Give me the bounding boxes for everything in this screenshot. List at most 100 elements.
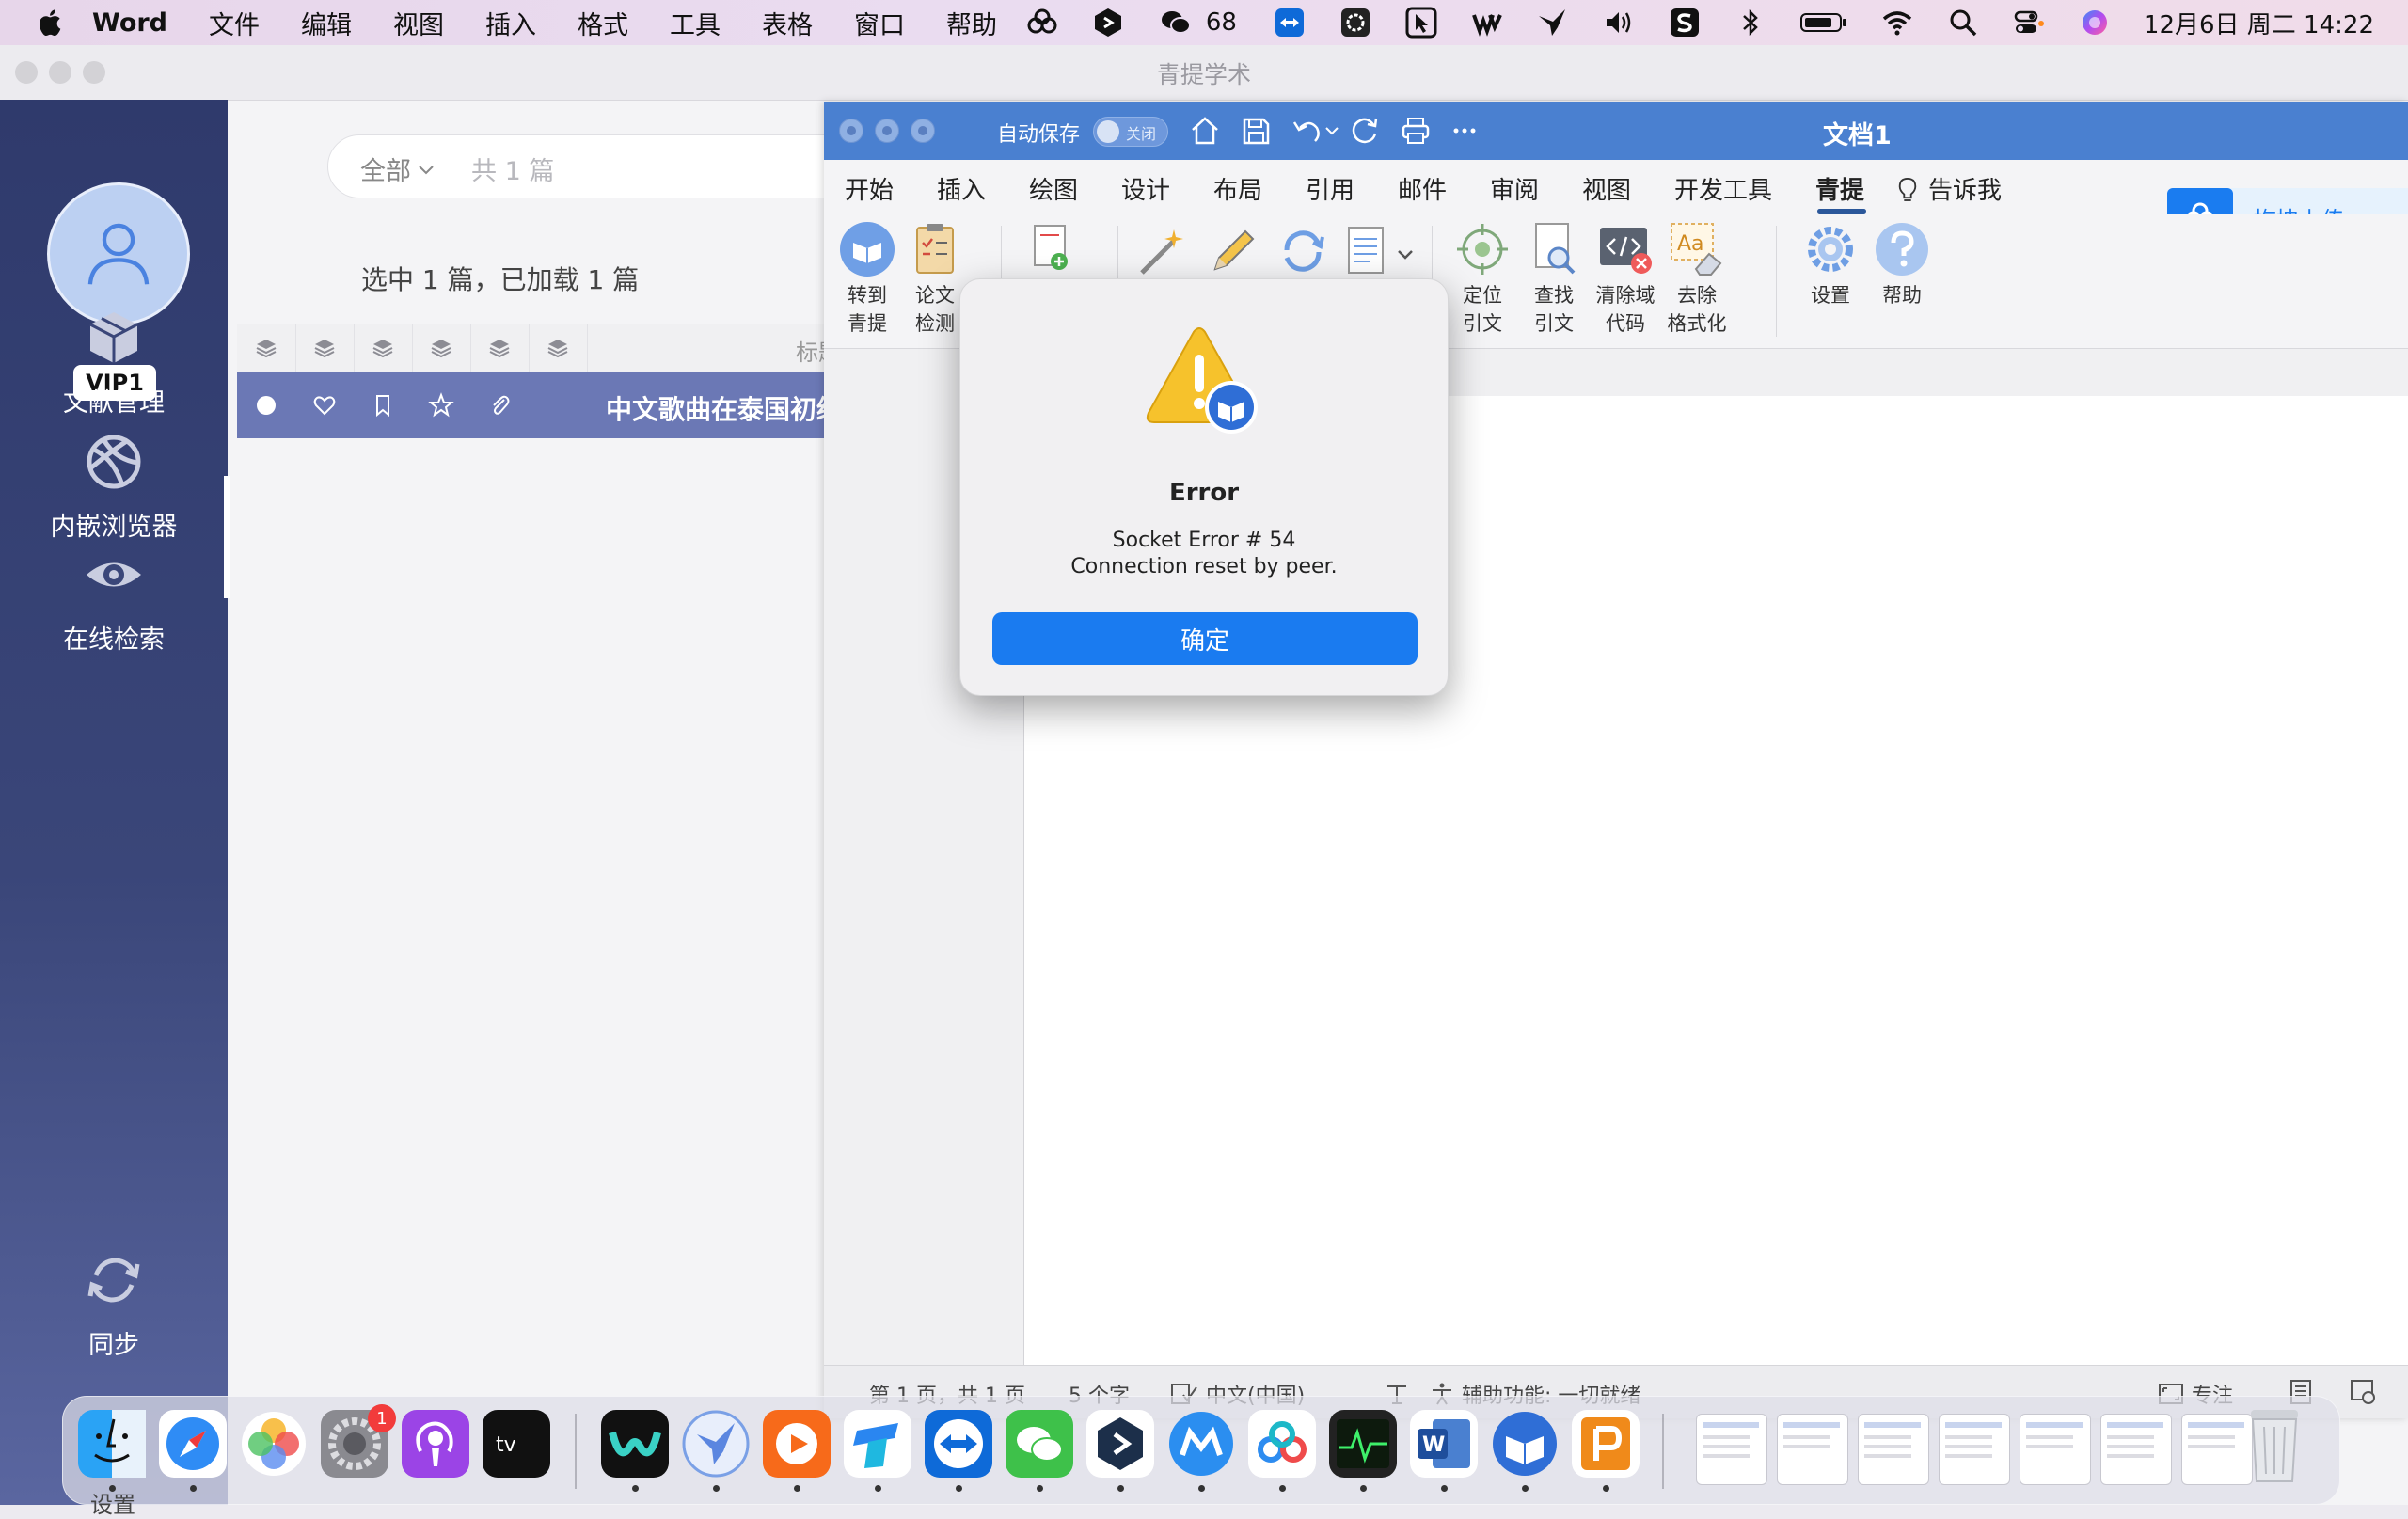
menu-insert[interactable]: 插入	[485, 5, 536, 41]
tab-home[interactable]: 开始	[845, 171, 894, 206]
print-icon[interactable]	[1400, 115, 1432, 147]
menu-window[interactable]: 窗口	[854, 5, 905, 41]
apple-tv-icon[interactable]: tv	[483, 1410, 550, 1478]
document-list-icon[interactable]	[1343, 222, 1392, 280]
locate-citation-button[interactable]: 定位 引文	[1449, 220, 1516, 335]
gear-chip-status-icon[interactable]	[1339, 6, 1372, 40]
tell-me-box[interactable]: 告诉我	[1896, 171, 2002, 206]
cube-status-icon[interactable]	[1091, 6, 1125, 40]
baidu-netdisk-icon[interactable]	[1248, 1410, 1316, 1478]
layers-column-icon[interactable]	[237, 324, 296, 372]
zoom-window-button[interactable]	[911, 119, 935, 143]
tab-developer[interactable]: 开发工具	[1674, 171, 1772, 206]
layers-column-icon[interactable]	[354, 324, 413, 372]
control-center-icon[interactable]	[2012, 6, 2046, 40]
web-layout-view-button[interactable]	[2350, 1379, 2376, 1405]
video-player-icon[interactable]	[763, 1410, 831, 1478]
layers-column-icon[interactable]	[295, 324, 355, 372]
tab-layout[interactable]: 布局	[1213, 171, 1262, 206]
user-avatar[interactable]	[47, 182, 190, 325]
undo-dropdown-chevron-icon[interactable]	[1323, 115, 1341, 147]
layers-column-icon[interactable]	[470, 324, 530, 372]
minimized-window-thumbnail[interactable]	[1777, 1414, 1848, 1485]
transfer-app-icon[interactable]	[844, 1410, 911, 1478]
menu-tools[interactable]: 工具	[670, 5, 721, 41]
tab-view[interactable]: 视图	[1582, 171, 1631, 206]
bookmark-icon[interactable]	[354, 372, 412, 438]
teamviewer-icon[interactable]	[925, 1410, 992, 1478]
help-button[interactable]: 帮助	[1868, 220, 1936, 307]
minimized-window-thumbnail[interactable]	[2020, 1414, 2091, 1485]
pencil-icon[interactable]	[1204, 222, 1262, 280]
insert-citation-icon[interactable]	[1022, 220, 1080, 278]
minimized-window-thumbnail[interactable]	[2181, 1414, 2253, 1485]
menu-file[interactable]: 文件	[209, 5, 260, 41]
minimize-window-button[interactable]	[875, 119, 899, 143]
w-logo-status-icon[interactable]	[1470, 6, 1504, 40]
webex-icon[interactable]	[601, 1410, 669, 1478]
nav-item-browser[interactable]: 内嵌浏览器	[0, 431, 228, 543]
row-select-radio[interactable]	[237, 372, 295, 438]
tab-qingti[interactable]: 青提	[1815, 171, 1864, 206]
s-app-status-icon[interactable]	[1668, 6, 1702, 40]
wechat-status-icon[interactable]	[1157, 6, 1195, 40]
podcasts-icon[interactable]	[402, 1410, 469, 1478]
remove-formatting-button[interactable]: Aa 去除 格式化	[1663, 220, 1731, 335]
menu-edit[interactable]: 编辑	[301, 5, 352, 41]
filter-select[interactable]: 全部	[360, 150, 436, 187]
tab-design[interactable]: 设计	[1121, 171, 1170, 206]
qingti-app-icon[interactable]	[1491, 1410, 1559, 1478]
layers-column-icon[interactable]	[412, 324, 471, 372]
wechat-icon[interactable]	[1006, 1410, 1073, 1478]
bluetooth-icon[interactable]	[1734, 6, 1767, 40]
layers-column-icon[interactable]	[529, 324, 588, 372]
app-name-menu[interactable]: Word	[92, 8, 167, 38]
autosave-toggle[interactable]: 关闭	[1093, 117, 1168, 147]
messenger-m-icon[interactable]	[1167, 1410, 1235, 1478]
p-app-icon[interactable]	[1572, 1410, 1640, 1478]
cloud-sync-status-icon[interactable]	[1025, 6, 1059, 40]
siri-icon[interactable]	[2078, 6, 2112, 40]
minimized-window-thumbnail[interactable]	[1858, 1414, 1929, 1485]
menu-table[interactable]: 表格	[762, 5, 813, 41]
tab-draw[interactable]: 绘图	[1029, 171, 1078, 206]
ok-button[interactable]: 确定	[992, 612, 1418, 665]
volume-icon[interactable]	[1602, 6, 1636, 40]
cursor-status-icon[interactable]	[1404, 6, 1438, 40]
minimized-window-thumbnail[interactable]	[1939, 1414, 2010, 1485]
star-icon[interactable]	[412, 372, 470, 438]
spotlight-search-icon[interactable]	[1946, 6, 1980, 40]
minimized-window-thumbnail[interactable]	[2100, 1414, 2172, 1485]
refresh-icon[interactable]	[1274, 222, 1332, 280]
system-settings-icon[interactable]: 1	[321, 1404, 396, 1478]
nav-item-online-search[interactable]: 在线检索	[0, 544, 228, 656]
tab-insert[interactable]: 插入	[937, 171, 986, 206]
redo-icon[interactable]	[1349, 115, 1381, 147]
undo-icon[interactable]	[1291, 115, 1323, 147]
menu-format[interactable]: 格式	[578, 5, 628, 41]
wifi-icon[interactable]	[1880, 6, 1914, 40]
table-row[interactable]: 中文歌曲在泰国初级	[237, 372, 895, 438]
tab-review[interactable]: 审阅	[1490, 171, 1539, 206]
apple-menu-icon[interactable]	[36, 7, 64, 39]
minimized-window-thumbnail[interactable]	[1696, 1414, 1767, 1485]
battery-icon[interactable]	[1799, 6, 1848, 40]
clock-datetime[interactable]: 12月6日 周二 14:22	[2144, 6, 2374, 40]
goto-qingti-button[interactable]: 转到 青提	[833, 220, 901, 335]
close-window-button[interactable]	[839, 119, 863, 143]
cube-app-icon[interactable]	[1086, 1410, 1154, 1478]
search-box[interactable]: 全部 共 1 篇	[327, 134, 856, 198]
bird-status-icon[interactable]	[1536, 6, 1570, 40]
settings-button[interactable]: 设置	[1797, 220, 1864, 307]
safari-icon[interactable]	[159, 1410, 227, 1478]
photos-icon[interactable]	[240, 1410, 308, 1478]
attachment-icon[interactable]	[470, 372, 529, 438]
more-icon[interactable]	[1449, 115, 1481, 147]
word-app-icon[interactable]: W	[1410, 1410, 1478, 1478]
nav-item-literature[interactable]: 文献管理	[0, 307, 228, 419]
save-icon[interactable]	[1240, 115, 1272, 147]
nav-item-sync[interactable]: 同步	[0, 1249, 228, 1361]
teamviewer-status-icon[interactable]	[1273, 6, 1307, 40]
find-citation-button[interactable]: 查找 引文	[1520, 220, 1588, 335]
home-icon[interactable]	[1189, 115, 1221, 147]
